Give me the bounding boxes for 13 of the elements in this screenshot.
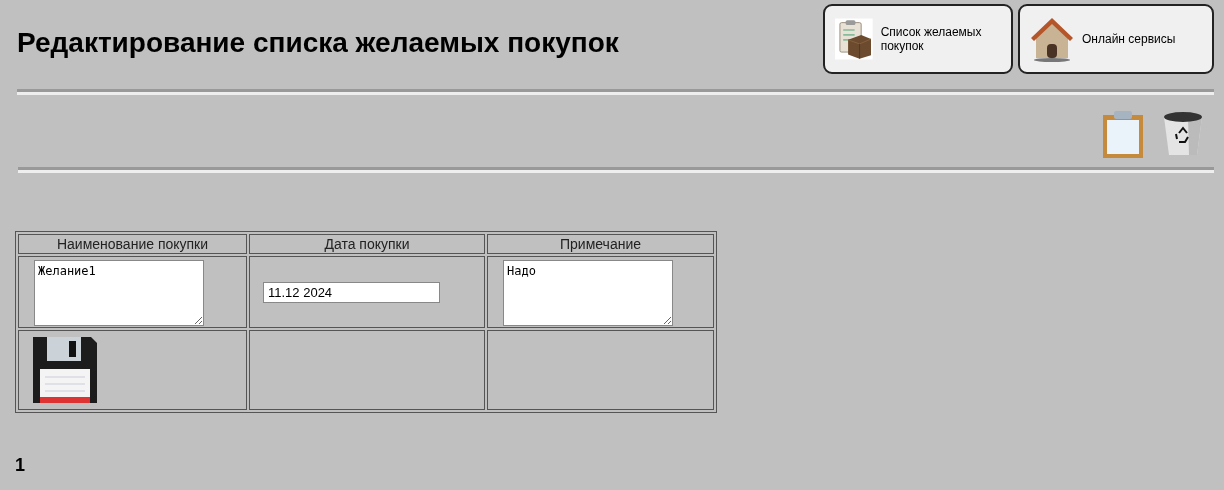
page-link[interactable]: 1 xyxy=(15,455,25,476)
wishlist-button[interactable]: Список желаемых покупок xyxy=(823,4,1013,74)
date-field[interactable]: 11.12 2024 xyxy=(263,281,440,303)
clipboard-icon[interactable] xyxy=(1102,111,1144,159)
online-services-button[interactable]: Онлайн сервисы xyxy=(1018,4,1214,74)
page-title: Редактирование списка желаемых покупок xyxy=(17,27,619,59)
column-header: Дата покупки xyxy=(249,234,485,254)
house-icon xyxy=(1030,16,1074,62)
column-header: Примечание xyxy=(487,234,714,254)
column-header: Наименование покупки xyxy=(18,234,247,254)
trash-icon[interactable] xyxy=(1162,111,1204,157)
name-field[interactable]: Желание1 xyxy=(34,259,204,326)
note-field[interactable]: Надо xyxy=(503,259,673,326)
